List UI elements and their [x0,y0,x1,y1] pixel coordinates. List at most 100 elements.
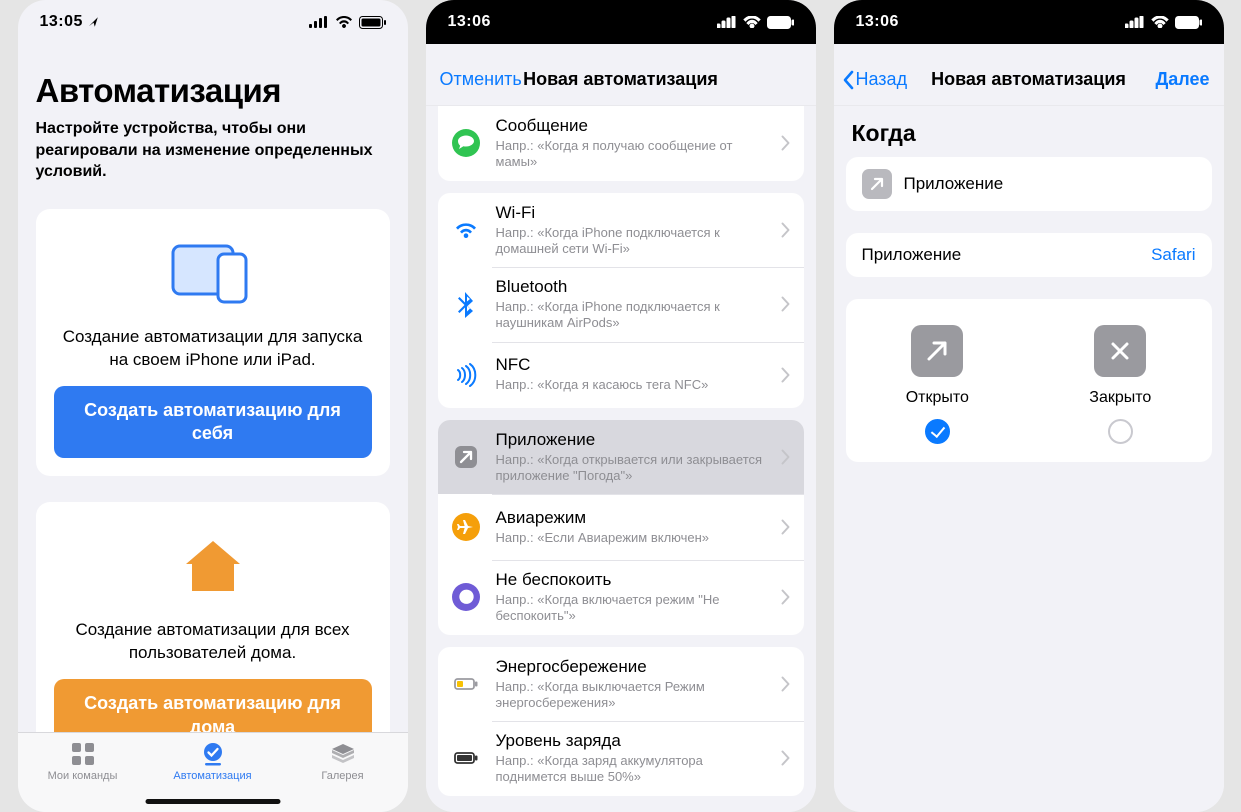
radio-close[interactable] [1108,419,1133,444]
cellular-icon [309,16,329,28]
chevron-right-icon [781,296,790,312]
chevron-right-icon [781,676,790,692]
modal-sheet: Назад Новая автоматизация Далее Когда Пр… [834,54,1224,812]
grid-icon [70,741,96,767]
trigger-subtitle: Напр.: «Когда включается режим "Не беспо… [496,592,767,625]
sheet-title: Новая автоматизация [523,69,718,90]
trigger-airplane[interactable]: Авиарежим Напр.: «Если Авиарежим включен» [438,494,804,560]
chevron-right-icon [781,589,790,605]
home-indicator [145,799,280,804]
choice-close-label: Закрыто [1089,389,1151,407]
trigger-subtitle: Напр.: «Когда я получаю сообщение от мам… [496,138,767,171]
trigger-title: Приложение [496,430,767,450]
dnd-icon [450,581,482,613]
trigger-subtitle: Напр.: «Когда открывается или закрываетс… [496,452,767,485]
cellular-icon [717,16,737,28]
page-subtitle: Настройте устройства, чтобы они реагиров… [36,118,376,183]
check-circle-icon [200,741,226,767]
tab-automation[interactable]: Автоматизация [148,741,277,782]
trigger-app[interactable]: ПриложениеНапр.: «Когда открывается или … [438,420,804,495]
tab-bar: Мои команды Автоматизация Галерея [18,732,408,812]
trigger-summary-row: Приложение [846,157,1212,211]
modal-sheet: Отменить Новая автоматизация СообщениеНа… [426,54,816,812]
app-picker-value: Safari [1151,245,1195,265]
trigger-nfc[interactable]: NFCНапр.: «Когда я касаюсь тега NFC» [438,342,804,408]
location-icon [87,16,99,28]
trigger-lowpower[interactable]: ЭнергосбережениеНапр.: «Когда выключаетс… [438,647,804,722]
back-button[interactable]: Назад [842,69,908,90]
battery-icon [1175,16,1202,29]
trigger-battery[interactable]: Уровень зарядаНапр.: «Когда заряд аккуму… [438,721,804,796]
tab-gallery[interactable]: Галерея [278,741,407,782]
app-open-icon [862,169,892,199]
phone-3-app-trigger-config: 13:06 Назад Новая автоматизация Далее Ко… [834,0,1224,812]
card-personal-text: Создание автоматизации для запуска на св… [54,326,372,372]
wifi-icon [450,214,482,246]
trigger-title: Авиарежим [496,508,767,528]
trigger-dnd[interactable]: Не беспокоитьНапр.: «Когда включается ре… [438,560,804,635]
trigger-title: Bluetooth [496,277,767,297]
battery-icon [767,16,794,29]
trigger-message[interactable]: СообщениеНапр.: «Когда я получаю сообщен… [438,106,804,181]
lowpower-icon [450,668,482,700]
choice-open[interactable]: Открыто [906,325,969,444]
phone-1-automation-home: 13:05 Автоматизация Настройте устройства… [18,0,408,812]
wifi-icon [743,16,761,28]
status-bar: 13:06 [426,0,816,44]
trigger-group: Wi-Fi Напр.: «Когда iPhone подключается к… [438,193,804,408]
choice-close[interactable]: Закрыто [1089,325,1151,444]
app-picker-label: Приложение [862,245,962,265]
trigger-title: Энергосбережение [496,657,767,677]
trigger-group: ПриложениеНапр.: «Когда открывается или … [438,420,804,635]
open-close-card: Открыто Закрыто [846,299,1212,462]
sheet-title: Новая автоматизация [931,69,1126,90]
trigger-title: Не беспокоить [496,570,767,590]
tab-my-commands[interactable]: Мои команды [18,741,147,782]
chevron-right-icon [781,519,790,535]
next-button[interactable]: Далее [1155,69,1209,90]
card-personal: Создание автоматизации для запуска на св… [36,209,390,477]
home-icon [54,524,372,609]
trigger-group: СообщениеНапр.: «Когда я получаю сообщен… [438,106,804,181]
chevron-right-icon [781,222,790,238]
chevron-left-icon [842,70,854,90]
wifi-icon [1151,16,1169,28]
phone-2-trigger-list: 13:06 Отменить Новая автоматизация Сообщ… [426,0,816,812]
bluetooth-icon [450,288,482,320]
message-icon [450,127,482,159]
chevron-right-icon [781,449,790,465]
status-bar: 13:05 [18,0,408,44]
nfc-icon [450,359,482,391]
radio-open[interactable] [925,419,950,444]
trigger-wifi[interactable]: Wi-FiНапр.: «Когда iPhone подключается к… [438,193,804,268]
trigger-title: Wi-Fi [496,203,767,223]
chevron-right-icon [781,135,790,151]
trigger-title: Сообщение [496,116,767,136]
cellular-icon [1125,16,1145,28]
close-icon [1094,325,1146,377]
trigger-summary-label: Приложение [904,174,1004,194]
status-time: 13:06 [448,13,491,31]
create-home-button[interactable]: Создать автоматизацию для дома [54,679,372,732]
trigger-subtitle: Напр.: «Когда заряд аккумулятора подниме… [496,753,767,786]
status-time: 13:06 [856,13,899,31]
trigger-bluetooth[interactable]: BluetoothНапр.: «Когда iPhone подключает… [438,267,804,342]
trigger-subtitle: Напр.: «Когда iPhone подключается к науш… [496,299,767,332]
chevron-right-icon [781,750,790,766]
status-bar: 13:06 [834,0,1224,44]
open-icon [911,325,963,377]
stack-icon [330,741,356,767]
devices-icon [54,231,372,316]
cancel-button[interactable]: Отменить [440,69,522,90]
airplane-icon [450,511,482,543]
card-home: Создание автоматизации для всех пользова… [36,502,390,732]
battery-icon [450,742,482,774]
create-personal-button[interactable]: Создать автоматизацию для себя [54,386,372,459]
section-when: Когда [852,120,1206,147]
app-picker-row[interactable]: Приложение Safari [846,233,1212,277]
chevron-right-icon [781,367,790,383]
app-icon [450,441,482,473]
trigger-subtitle: Напр.: «Если Авиарежим включен» [496,530,767,546]
sheet-nav: Отменить Новая автоматизация [426,54,816,106]
trigger-group: ЭнергосбережениеНапр.: «Когда выключаетс… [438,647,804,796]
